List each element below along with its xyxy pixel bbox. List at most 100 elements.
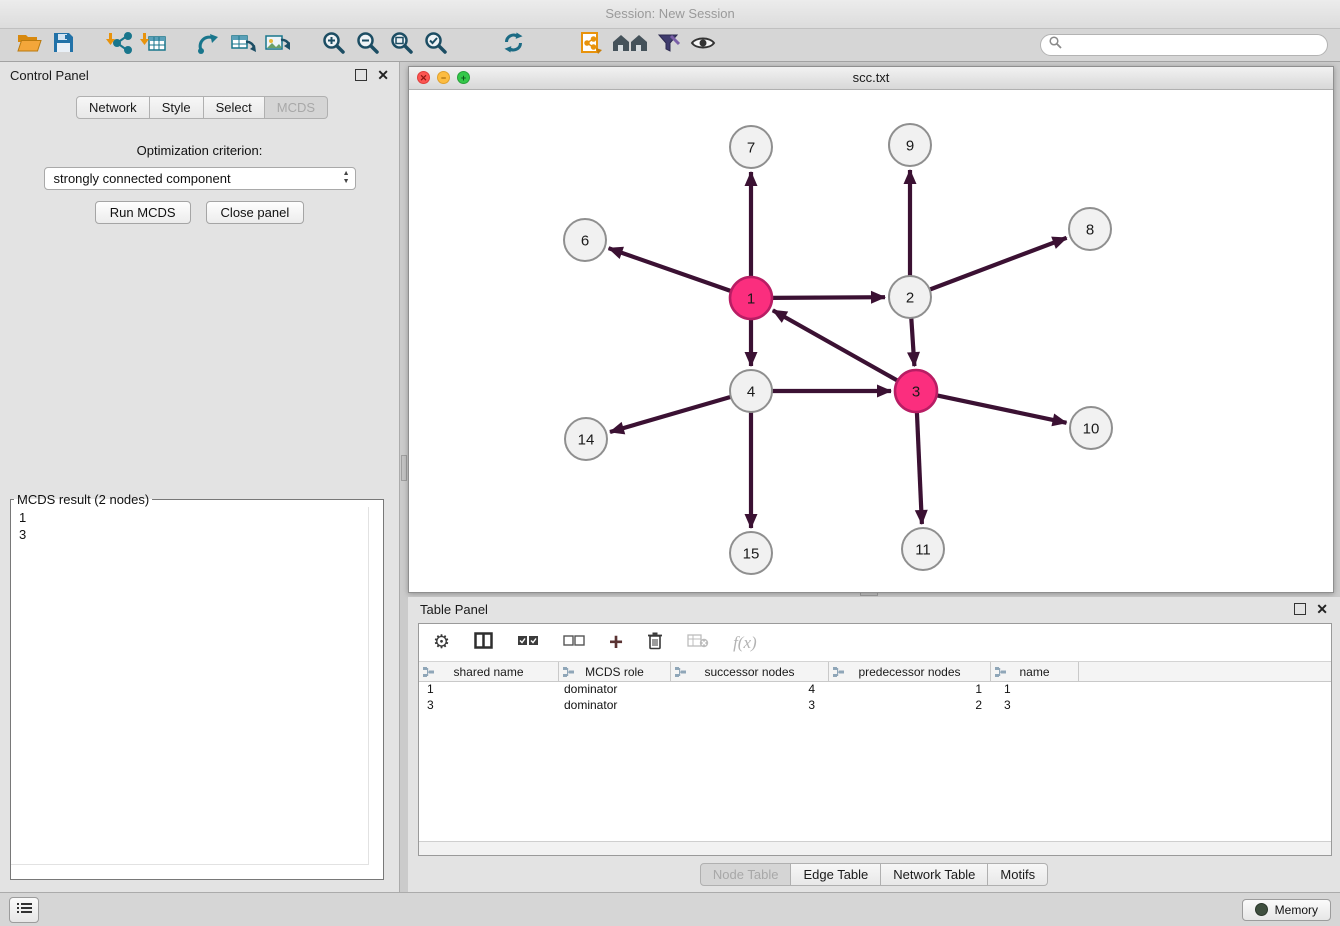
graph-node-label: 2	[906, 289, 914, 306]
vertical-splitter-handle[interactable]	[401, 455, 407, 481]
zoom-in-button[interactable]	[316, 31, 350, 59]
cell-shared-name[interactable]: 1	[419, 682, 559, 698]
graph-edge-4-14[interactable]	[610, 397, 731, 432]
graph-edge-2-8[interactable]	[930, 238, 1067, 290]
graph-edge-3-1[interactable]	[773, 310, 898, 380]
graph-edge-2-3[interactable]	[911, 318, 914, 366]
run-mcds-button[interactable]: Run MCDS	[95, 201, 191, 224]
float-table-panel-icon[interactable]	[1294, 603, 1306, 615]
add-column-button[interactable]: +	[609, 633, 623, 653]
apply-function-button[interactable]: f(x)	[733, 633, 757, 653]
table-settings-button[interactable]: ⚙	[433, 633, 450, 652]
style-document-button[interactable]	[574, 31, 608, 59]
cell-name[interactable]: 1	[991, 682, 1079, 698]
import-table-icon	[140, 32, 166, 59]
table-row[interactable]: 3 dominator 3 2 3	[419, 698, 1331, 714]
network-table-icon	[230, 32, 256, 59]
unchecked-boxes-icon	[563, 634, 585, 652]
import-table-button[interactable]	[136, 31, 170, 59]
float-panel-icon[interactable]	[355, 69, 367, 81]
save-session-button[interactable]	[46, 31, 80, 59]
table-row[interactable]: 1 dominator 4 1 1	[419, 682, 1331, 698]
column-header-shared-name[interactable]: shared name	[419, 662, 559, 681]
close-table-panel-icon[interactable]: ✕	[1316, 604, 1328, 614]
memory-button[interactable]: Memory	[1242, 899, 1331, 921]
titlebar: Session: New Session	[0, 0, 1340, 29]
network-clone-button[interactable]	[192, 31, 226, 59]
search-field[interactable]	[1040, 34, 1328, 56]
cell-mcds-role[interactable]: dominator	[559, 698, 671, 714]
graph-node-11[interactable]: 11	[902, 528, 944, 570]
close-panel-button[interactable]: Close panel	[206, 201, 305, 224]
cell-predecessor-nodes[interactable]: 2	[829, 698, 991, 714]
table-horizontal-scrollbar[interactable]	[419, 841, 1331, 855]
zoom-traffic-light-icon[interactable]: +	[457, 71, 470, 84]
column-header-mcds-role[interactable]: MCDS role	[559, 662, 671, 681]
close-traffic-light-icon[interactable]: ✕	[417, 71, 430, 84]
minimize-traffic-light-icon[interactable]: −	[437, 71, 450, 84]
graph-edge-1-2[interactable]	[772, 297, 885, 298]
deselect-all-button[interactable]	[563, 634, 585, 652]
tab-select[interactable]: Select	[204, 96, 265, 119]
graph-node-3[interactable]: 3	[895, 370, 937, 412]
cell-predecessor-nodes[interactable]: 1	[829, 682, 991, 698]
image-export-button[interactable]	[260, 31, 294, 59]
delete-table-button[interactable]	[687, 633, 709, 653]
graph-node-6[interactable]: 6	[564, 219, 606, 261]
graph-edge-3-11[interactable]	[917, 412, 922, 524]
zoom-fit-button[interactable]	[384, 31, 418, 59]
cell-shared-name[interactable]: 3	[419, 698, 559, 714]
filter-button[interactable]	[652, 31, 686, 59]
graph-node-1[interactable]: 1	[730, 277, 772, 319]
task-history-button[interactable]	[9, 897, 39, 923]
neighbors-button[interactable]	[608, 31, 652, 59]
criterion-selected-value: strongly connected component	[54, 171, 231, 186]
tab-edge-table[interactable]: Edge Table	[791, 863, 881, 886]
attribute-type-icon	[563, 666, 574, 680]
cell-mcds-role[interactable]: dominator	[559, 682, 671, 698]
graph-edge-1-6[interactable]	[609, 248, 732, 291]
delete-column-button[interactable]	[647, 631, 663, 655]
select-all-button[interactable]	[517, 634, 539, 652]
mcds-result-value: 1	[11, 509, 383, 526]
tab-network-table[interactable]: Network Table	[881, 863, 988, 886]
network-canvas[interactable]: 7 9 6 8 1 2 4 3 14 10 15 11	[409, 90, 1333, 592]
open-session-button[interactable]	[12, 31, 46, 59]
criterion-select[interactable]: strongly connected component ▲▼	[44, 167, 356, 190]
tab-node-table[interactable]: Node Table	[700, 863, 792, 886]
cell-successor-nodes[interactable]: 4	[671, 682, 829, 698]
graph-node-10[interactable]: 10	[1070, 407, 1112, 449]
graph-node-9[interactable]: 9	[889, 124, 931, 166]
zoom-selected-button[interactable]	[418, 31, 452, 59]
graph-node-4[interactable]: 4	[730, 370, 772, 412]
cell-successor-nodes[interactable]: 3	[671, 698, 829, 714]
graph-node-15[interactable]: 15	[730, 532, 772, 574]
close-panel-icon[interactable]: ✕	[377, 70, 389, 80]
cell-name[interactable]: 3	[991, 698, 1079, 714]
graph-node-14[interactable]: 14	[565, 418, 607, 460]
network-graph[interactable]: 7 9 6 8 1 2 4 3 14 10 15 11	[409, 90, 1333, 594]
graph-node-8[interactable]: 8	[1069, 208, 1111, 250]
import-network-button[interactable]	[102, 31, 136, 59]
graph-node-2[interactable]: 2	[889, 276, 931, 318]
result-vertical-scrollbar[interactable]	[368, 507, 369, 865]
graph-node-label: 6	[581, 232, 589, 249]
apply-layout-button[interactable]	[496, 31, 530, 59]
tab-style[interactable]: Style	[150, 96, 204, 119]
graph-node-7[interactable]: 7	[730, 126, 772, 168]
table-panel-title: Table Panel	[420, 602, 488, 617]
import-network-icon	[106, 32, 132, 59]
tab-mcds[interactable]: MCDS	[265, 96, 328, 119]
column-header-predecessor-nodes[interactable]: predecessor nodes	[829, 662, 991, 681]
graph-edge-3-10[interactable]	[937, 395, 1067, 423]
tab-motifs[interactable]: Motifs	[988, 863, 1048, 886]
column-header-successor-nodes[interactable]: successor nodes	[671, 662, 829, 681]
result-horizontal-scrollbar[interactable]	[11, 864, 369, 865]
tab-network[interactable]: Network	[76, 96, 150, 119]
network-table-button[interactable]	[226, 31, 260, 59]
zoom-out-button[interactable]	[350, 31, 384, 59]
search-input[interactable]	[1068, 37, 1319, 54]
column-header-name[interactable]: name	[991, 662, 1079, 681]
column-visibility-button[interactable]	[474, 632, 493, 654]
show-details-button[interactable]	[686, 31, 720, 59]
